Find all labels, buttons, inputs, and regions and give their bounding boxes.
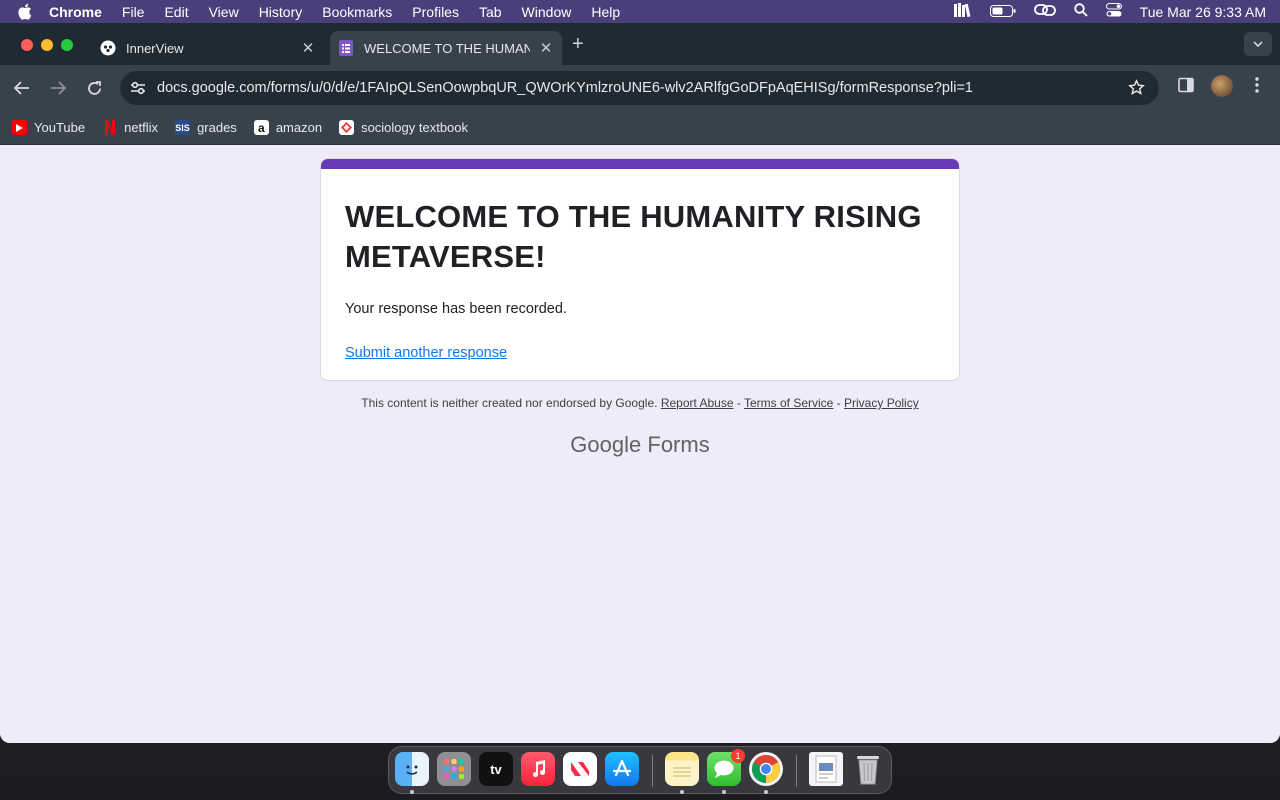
link-icon[interactable]: [1033, 3, 1056, 20]
footer-separator: -: [733, 396, 744, 410]
more-options-kebab-icon[interactable]: [1255, 77, 1259, 98]
apple-menu-icon[interactable]: [17, 3, 35, 20]
apple-tv-label: tv: [490, 761, 502, 777]
window-controls: [21, 39, 73, 51]
bookmark-label: amazon: [275, 120, 323, 135]
running-indicator: [764, 790, 768, 794]
menu-view[interactable]: View: [209, 4, 239, 20]
form-accent-bar: [321, 159, 959, 169]
launchpad-icon[interactable]: [437, 752, 471, 786]
bookmark-star-icon[interactable]: [1128, 79, 1145, 101]
music-icon[interactable]: [521, 752, 555, 786]
menu-edit[interactable]: Edit: [164, 4, 188, 20]
app-store-icon[interactable]: [605, 752, 639, 786]
menu-help[interactable]: Help: [591, 4, 620, 20]
site-info-tune-icon[interactable]: [130, 81, 148, 95]
menu-bookmarks[interactable]: Bookmarks: [322, 4, 392, 20]
form-footer: This content is neither created nor endo…: [0, 396, 1280, 410]
disclaimer-text: This content is neither created nor endo…: [361, 396, 658, 410]
apple-tv-icon[interactable]: tv: [479, 752, 513, 786]
side-panel-icon[interactable]: [1178, 77, 1194, 98]
textbook-icon: [339, 120, 355, 135]
youtube-icon: [12, 120, 27, 135]
new-tab-plus-icon[interactable]: +: [572, 33, 584, 56]
notes-icon[interactable]: [665, 752, 699, 786]
url-text[interactable]: docs.google.com/forms/u/0/d/e/1FAIpQLSen…: [157, 80, 1117, 96]
finder-icon[interactable]: [395, 752, 429, 786]
control-center-icon[interactable]: [1105, 3, 1122, 20]
innerview-favicon-icon: [100, 40, 116, 56]
tab-innerview[interactable]: InnerView ✕: [92, 31, 324, 65]
google-forms-favicon-icon: [338, 40, 354, 56]
netflix-icon: [102, 120, 117, 135]
dock-separator: [796, 755, 797, 787]
form-confirmation-card: WELCOME TO THE HUMANITY RISING METAVERSE…: [320, 158, 960, 381]
submit-another-response-link[interactable]: Submit another response: [345, 345, 507, 361]
trash-icon[interactable]: [851, 752, 885, 786]
menu-app-chrome[interactable]: Chrome: [49, 4, 102, 20]
menubar-clock[interactable]: Tue Mar 26 9:33 AM: [1140, 4, 1266, 20]
back-arrow-icon[interactable]: [11, 77, 33, 99]
menu-window[interactable]: Window: [522, 4, 572, 20]
messages-badge: 1: [731, 749, 745, 763]
browser-toolbar: docs.google.com/forms/u/0/d/e/1FAIpQLSen…: [0, 65, 1280, 111]
close-window-button[interactable]: [21, 39, 33, 51]
menu-file[interactable]: File: [122, 4, 145, 20]
footer-separator: -: [833, 396, 845, 410]
bookmark-sociology-textbook[interactable]: sociology textbook: [339, 120, 468, 135]
bookmark-netflix[interactable]: netflix: [102, 120, 158, 135]
tab-google-form[interactable]: WELCOME TO THE HUMANITY RISING METAVERSE…: [330, 31, 562, 65]
running-indicator: [722, 790, 726, 794]
report-abuse-link[interactable]: Report Abuse: [661, 396, 734, 410]
close-tab-icon[interactable]: ✕: [538, 39, 554, 57]
tab-title: WELCOME TO THE HUMANITY RISING METAVERSE…: [364, 40, 530, 56]
address-bar[interactable]: docs.google.com/forms/u/0/d/e/1FAIpQLSen…: [120, 71, 1159, 105]
bookmark-label: grades: [197, 120, 237, 135]
dock-separator: [652, 755, 653, 787]
news-icon[interactable]: [563, 752, 597, 786]
forward-arrow-icon[interactable]: [47, 77, 69, 99]
google-form-page: WELCOME TO THE HUMANITY RISING METAVERSE…: [0, 146, 1280, 743]
menu-profiles[interactable]: Profiles: [412, 4, 459, 20]
macos-dock: tv 1: [388, 746, 892, 794]
bookmark-grades[interactable]: SIS grades: [175, 120, 237, 135]
bookmarks-bar: YouTube netflix SIS grades a amazon soci…: [0, 111, 1280, 145]
books-icon[interactable]: [953, 3, 972, 20]
fullscreen-window-button[interactable]: [61, 39, 73, 51]
minimize-window-button[interactable]: [41, 39, 53, 51]
google-wordmark: Google: [570, 432, 642, 457]
battery-icon[interactable]: [989, 4, 1016, 20]
forms-wordmark: Forms: [647, 432, 710, 457]
menu-tab[interactable]: Tab: [479, 4, 502, 20]
running-indicator: [680, 790, 684, 794]
menu-history[interactable]: History: [259, 4, 303, 20]
bookmark-amazon[interactable]: a amazon: [253, 120, 323, 135]
bookmark-youtube[interactable]: YouTube: [12, 120, 85, 135]
bookmark-label: sociology textbook: [361, 120, 469, 135]
bookmark-label: netflix: [124, 120, 159, 135]
amazon-icon: a: [253, 120, 269, 135]
reload-icon[interactable]: [83, 77, 105, 99]
bookmark-label: YouTube: [34, 120, 86, 135]
macos-menu-bar: Chrome File Edit View History Bookmarks …: [0, 0, 1280, 23]
terms-of-service-link[interactable]: Terms of Service: [744, 396, 833, 410]
spotlight-search-icon[interactable]: [1073, 3, 1088, 20]
google-forms-logo[interactable]: Google Forms: [0, 432, 1280, 458]
sis-icon: SIS: [175, 120, 191, 135]
chrome-icon[interactable]: [749, 752, 783, 786]
profile-avatar[interactable]: [1211, 75, 1233, 97]
confirmation-message: Your response has been recorded.: [345, 301, 567, 317]
close-tab-icon[interactable]: ✕: [300, 39, 316, 57]
preview-pdf-icon[interactable]: [809, 752, 843, 786]
chrome-window: InnerView ✕ WELCOME TO THE HUMANITY RISI…: [0, 23, 1280, 743]
tab-strip: InnerView ✕ WELCOME TO THE HUMANITY RISI…: [0, 23, 1280, 65]
tab-title: InnerView: [126, 40, 184, 56]
tab-search-chevron-down-icon[interactable]: [1244, 32, 1272, 56]
form-title: WELCOME TO THE HUMANITY RISING METAVERSE…: [345, 199, 922, 274]
privacy-policy-link[interactable]: Privacy Policy: [844, 396, 919, 410]
running-indicator: [410, 790, 414, 794]
